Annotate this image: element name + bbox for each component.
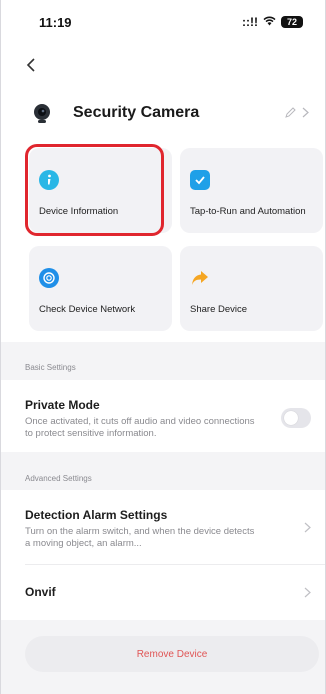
status-icons: ::!! 72	[242, 15, 303, 29]
card-private-mode: Private Mode Once activated, it cuts off…	[1, 380, 325, 452]
detection-alarm-row[interactable]: Detection Alarm Settings Turn on the ala…	[1, 490, 325, 564]
remove-device-button[interactable]: Remove Device	[25, 636, 319, 672]
header: Security Camera	[1, 44, 325, 142]
tile-label: Device Information	[39, 206, 119, 217]
shield-check-icon	[190, 170, 210, 190]
status-bar: 11:19 ::!! 72	[1, 0, 325, 44]
quick-actions: Device Information Tap-to-Run and Automa…	[1, 142, 325, 342]
back-button[interactable]	[25, 56, 45, 76]
toggle-knob	[284, 411, 298, 425]
tile-label: Check Device Network	[39, 304, 136, 315]
tile-device-information[interactable]: Device Information	[29, 148, 172, 233]
device-title: Security Camera	[73, 104, 200, 121]
detection-alarm-description: Turn on the alarm switch, and when the d…	[25, 526, 255, 549]
chevron-right-icon	[304, 587, 311, 601]
status-time: 11:19	[39, 14, 72, 30]
chevron-left-icon	[26, 58, 35, 72]
private-mode-title: Private Mode	[25, 398, 100, 412]
edit-pencil-icon[interactable]	[285, 106, 296, 121]
tile-share-device[interactable]: Share Device	[180, 246, 323, 331]
card-advanced-settings: Detection Alarm Settings Turn on the ala…	[1, 490, 325, 620]
onvif-row[interactable]: Onvif	[1, 565, 325, 620]
private-mode-description: Once activated, it cuts off audio and vi…	[25, 416, 255, 439]
tile-check-network[interactable]: Check Device Network	[29, 246, 172, 331]
section-label-advanced: Advanced Settings	[25, 474, 92, 483]
device-row: Security Camera	[31, 98, 309, 128]
chevron-right-icon	[304, 522, 311, 536]
onvif-title: Onvif	[25, 585, 56, 599]
share-arrow-icon	[190, 268, 210, 288]
tile-tap-to-run[interactable]: Tap-to-Run and Automation	[180, 148, 323, 233]
signal-icon: ::!!	[242, 15, 258, 29]
network-icon	[39, 268, 59, 288]
section-label-basic: Basic Settings	[25, 363, 76, 372]
detection-alarm-title: Detection Alarm Settings	[25, 508, 168, 522]
screen: 11:19 ::!! 72 Security Camera Device Inf…	[0, 0, 326, 694]
wifi-icon	[263, 15, 276, 29]
chevron-right-icon[interactable]	[302, 106, 309, 121]
tile-label: Tap-to-Run and Automation	[190, 206, 306, 217]
camera-icon	[34, 104, 50, 123]
private-mode-toggle[interactable]	[281, 408, 311, 428]
tile-label: Share Device	[190, 304, 248, 315]
battery-icon: 72	[281, 16, 303, 28]
info-icon	[39, 170, 59, 190]
